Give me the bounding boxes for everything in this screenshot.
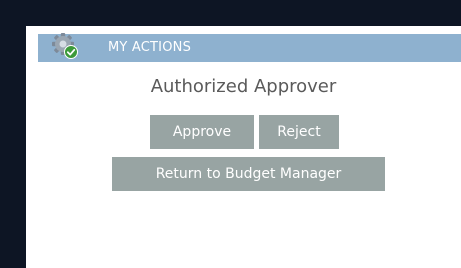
return-to-budget-manager-button[interactable]: Return to Budget Manager (112, 157, 385, 191)
my-actions-panel: MY ACTIONS Authorized Approver Approve R… (26, 26, 461, 268)
reject-button[interactable]: Reject (259, 115, 339, 149)
gear-check-icon (50, 31, 80, 61)
approve-button[interactable]: Approve (150, 115, 254, 149)
approver-role-label: Authorized Approver (150, 76, 337, 97)
panel-header: MY ACTIONS (38, 31, 461, 62)
panel-title: MY ACTIONS (108, 40, 192, 55)
